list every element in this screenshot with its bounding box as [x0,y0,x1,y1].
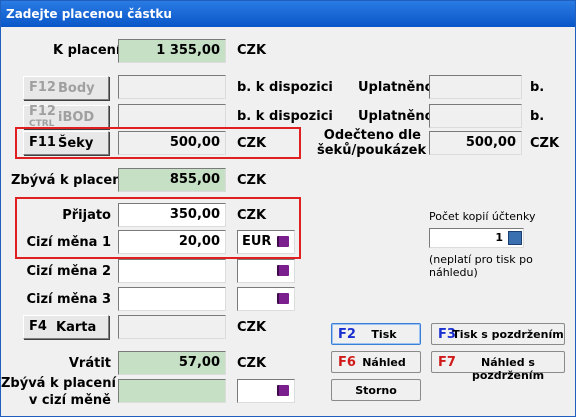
cizi2-currency-select[interactable] [237,259,295,283]
book-icon [277,385,289,396]
nahled-pozdrzenim-button[interactable]: F7 Náhled s pozdržením [431,351,565,382]
ibod-used-field[interactable] [429,104,522,128]
k-placeni-label: K placení [53,43,121,58]
tisk-button[interactable]: F2 Tisk [331,323,421,345]
nahled-button-label: Náhled [362,356,406,369]
ibod-button-label: iBOD [58,110,95,125]
storno-button[interactable]: Storno [331,379,421,401]
zbyva-cizi-currency-select[interactable] [237,379,295,403]
f11-key-label: F11 [29,135,56,150]
seky-button[interactable]: F11 Šeky [23,131,109,155]
tisk-button-label: Tisk [371,328,397,341]
zbyva-currency: CZK [237,173,267,188]
zbyva-cizi-label-line1: Zbývá k placení [1,376,116,391]
body-available-label: b. k dispozici [237,80,333,95]
cizi1-currency-select[interactable]: EUR [237,230,295,254]
zbyva-cizi-label: Zbývá k placení v cizí měně [1,375,116,409]
zbyva-value: 855,00 [118,168,226,192]
body-field[interactable] [118,75,226,99]
cizi1-currency-value: EUR [242,234,272,249]
cizi3-currency-select[interactable] [237,287,295,311]
ibod-field[interactable] [118,104,226,128]
cizi3-input[interactable] [118,287,226,311]
cizi2-label: Cizí měna 2 [26,264,111,279]
k-placeni-value: 1 355,00 [118,39,226,63]
prijato-currency: CZK [237,208,267,223]
calculator-icon[interactable] [508,231,522,245]
zbyva-cizi-value [118,379,226,403]
book-icon [277,293,289,304]
cizi1-input[interactable]: 20,00 [118,230,226,254]
prijato-label: Přijato [62,208,111,223]
nahled-button[interactable]: F6 Náhled [331,351,421,373]
nahled-pozdrzenim-label: Náhled s pozdržením [471,356,545,382]
cizi2-input[interactable] [118,259,226,283]
kopie-label: Počet kopií účtenky [429,210,536,223]
prijato-input[interactable]: 350,00 [118,203,226,227]
body-button-label: Body [58,81,95,96]
seky-value[interactable]: 500,00 [118,131,226,155]
body-button[interactable]: F12 Body [23,76,109,100]
odecteno-value: 500,00 [429,131,522,155]
karta-button-label: Karta [56,320,97,335]
cizi1-label: Cizí měna 1 [26,235,111,250]
k-placeni-currency: CZK [237,43,267,58]
vratit-value: 57,00 [118,351,226,375]
kopie-note: (neplatí pro tisk po náhledu) [429,253,533,279]
vratit-currency: CZK [237,356,267,371]
body-used-unit: b. [530,80,545,95]
f4-key-label: F4 [29,319,47,334]
seky-button-label: Šeky [58,136,94,151]
f12-key-label: F12 [29,80,56,95]
zbyva-label: Zbývá k placení [11,173,126,188]
book-icon [277,236,289,247]
zbyva-cizi-label-line2: v cizí měně [28,393,111,408]
book-icon [277,265,289,276]
cizi3-label: Cizí měna 3 [26,292,111,307]
odecteno-label-line2: šeků/poukázek [317,143,427,158]
vratit-label: Vrátit [68,356,111,371]
ibod-used-label: Uplatněno [358,109,434,124]
ctrl-f12-key: F12 [29,104,56,119]
karta-field[interactable] [118,315,226,339]
storno-button-label: Storno [355,384,397,397]
body-used-field[interactable] [429,75,522,99]
seky-currency: CZK [237,136,267,151]
dialog-window: Zadejte placenou částku K placení 1 355,… [0,0,576,417]
tisk-pozdrzenim-label: Tisk s pozdržením [452,328,564,341]
tisk-pozdrzenim-button[interactable]: F3 Tisk s pozdržením [431,323,565,345]
ibod-button[interactable]: F12 CTRL iBOD [23,105,109,129]
window-title: Zadejte placenou částku [1,1,575,27]
body-used-label: Uplatněno [358,80,434,95]
karta-button[interactable]: F4 Karta [23,315,109,339]
ibod-available-label: b. k dispozici [237,109,333,124]
odecteno-label-line1: Odečteno dle [323,128,421,143]
odecteno-label: Odečteno dle šeků/poukázek [317,128,426,158]
ibod-used-unit: b. [530,109,545,124]
odecteno-currency: CZK [530,136,560,151]
karta-currency: CZK [237,320,267,335]
